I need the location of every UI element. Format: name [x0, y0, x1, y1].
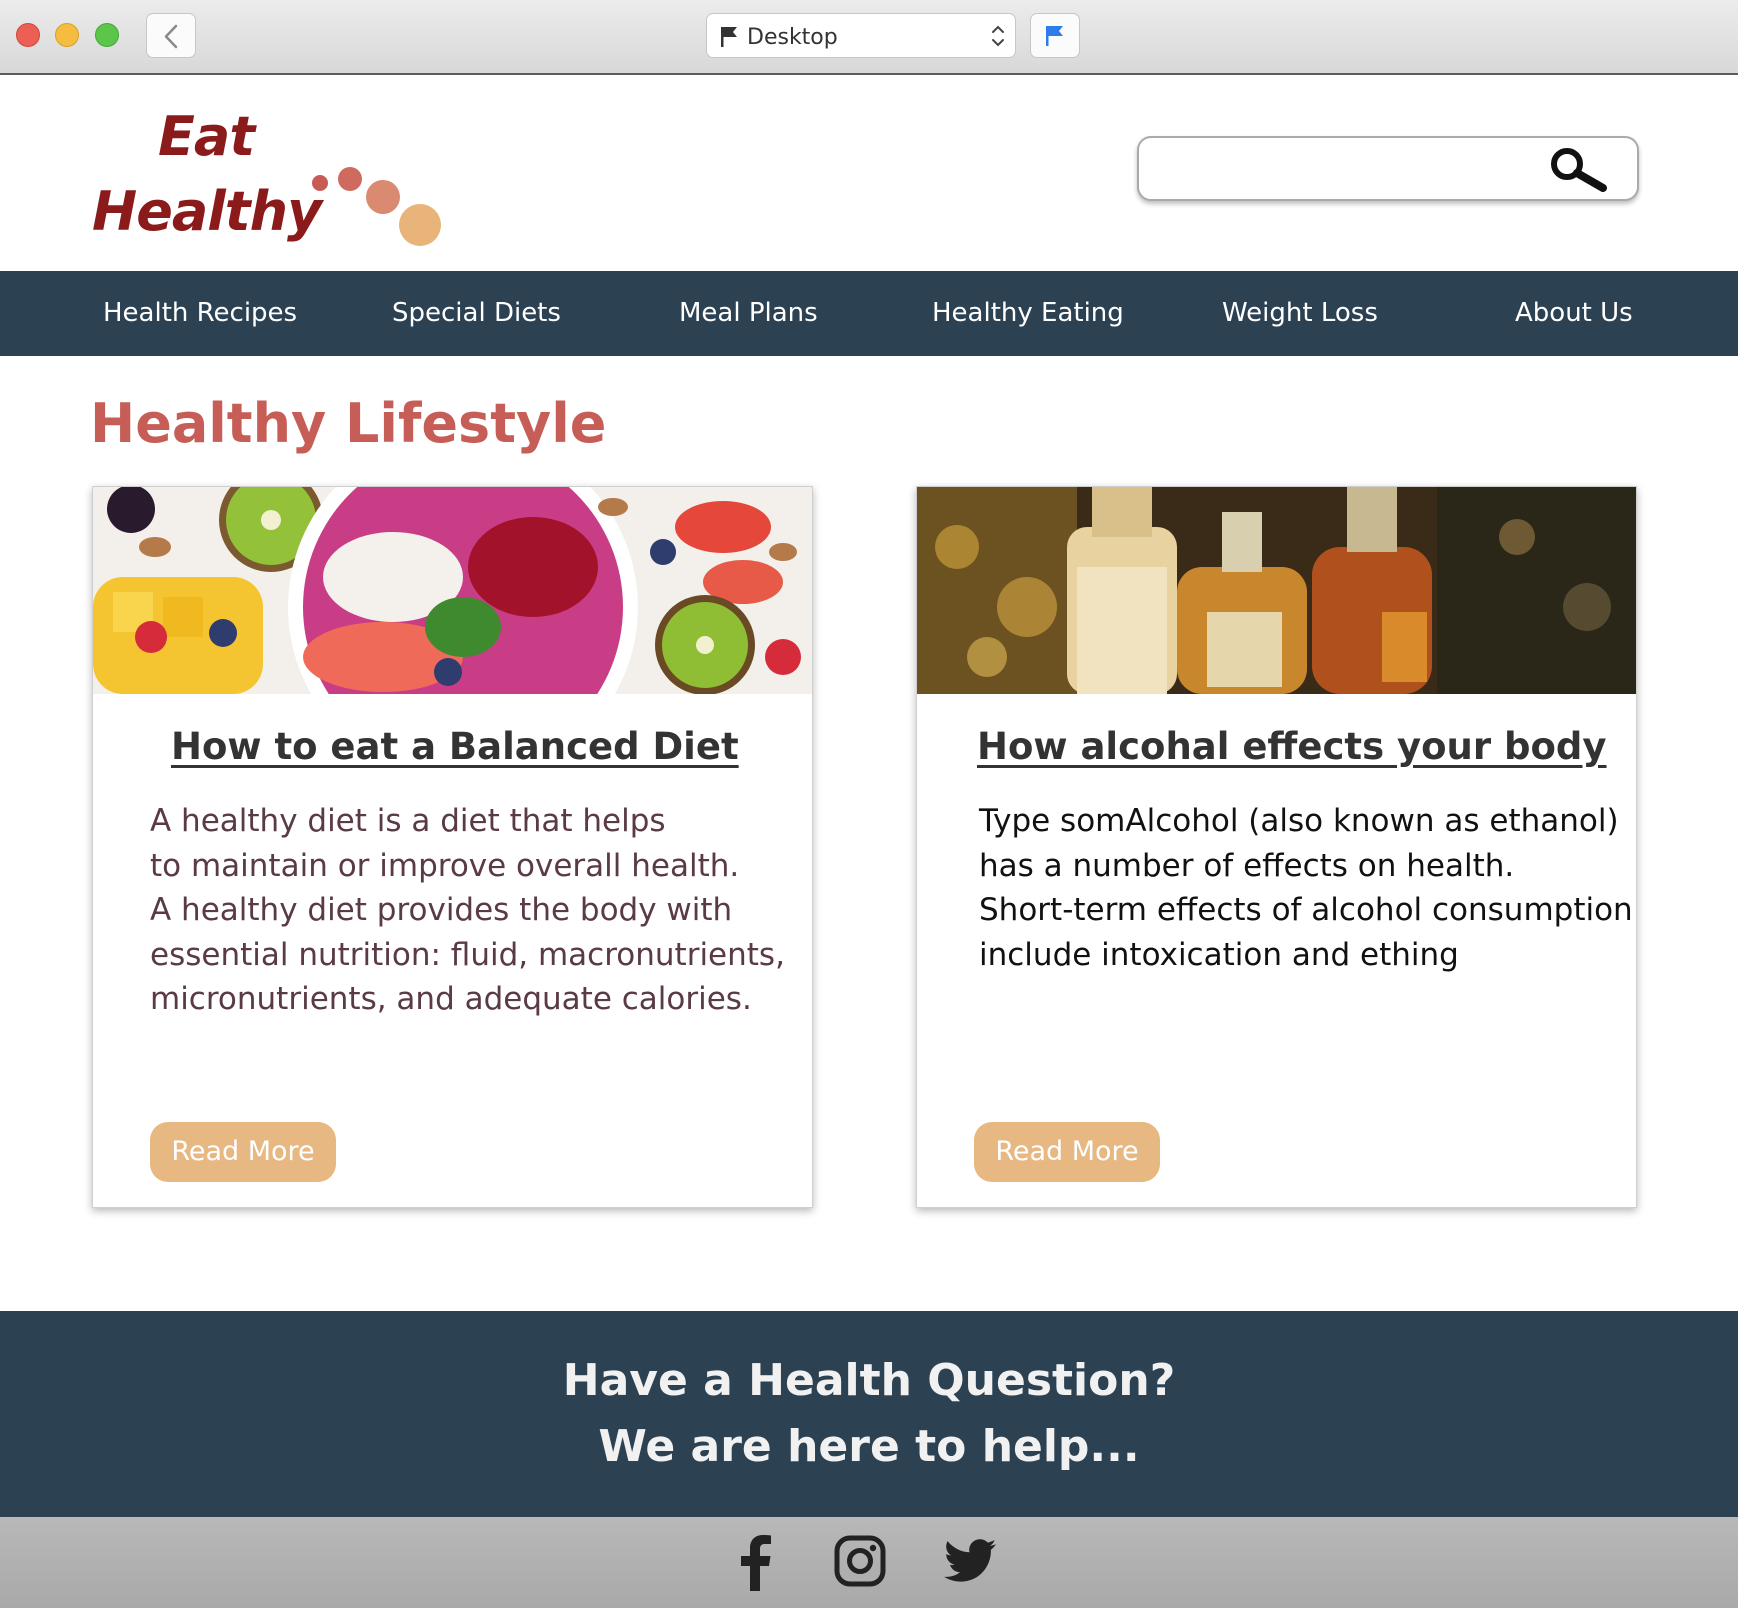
- nav-special-diets[interactable]: Special Diets: [392, 271, 561, 356]
- footer-help-text: We are here to help...: [598, 1421, 1140, 1472]
- device-select[interactable]: Desktop: [706, 13, 1016, 58]
- browser-toolbar: Desktop: [0, 0, 1738, 75]
- updown-icon: [992, 25, 1004, 47]
- card-body-line: micronutrients, and adequate calories.: [150, 981, 752, 1017]
- nav-healthy-eating[interactable]: Healthy Eating: [932, 271, 1124, 356]
- article-card: How to eat a Balanced Diet A healthy die…: [92, 486, 813, 1208]
- nav-health-recipes[interactable]: Health Recipes: [103, 271, 297, 356]
- card-body-line: A healthy diet is a diet that helps: [150, 803, 666, 839]
- instagram-icon[interactable]: [834, 1535, 886, 1587]
- nav-meal-plans[interactable]: Meal Plans: [679, 271, 818, 356]
- search-box: [1137, 136, 1639, 201]
- close-window-button[interactable]: [16, 23, 40, 47]
- flag-button[interactable]: [1030, 13, 1080, 58]
- card-body-line: include intoxication and ething: [979, 936, 1459, 973]
- card-body: Type somAlcohol (also known as ethanol) …: [979, 799, 1634, 977]
- fruit-bowl-image: [93, 487, 812, 694]
- read-more-button[interactable]: Read More: [150, 1122, 336, 1182]
- facebook-icon[interactable]: [738, 1535, 772, 1591]
- footer-question: Have a Health Question?: [562, 1355, 1176, 1406]
- card-body-line: to maintain or improve overall health.: [150, 847, 740, 884]
- card-body-line: Type somAlcohol (also known as ethanol): [979, 803, 1619, 839]
- logo-bubble: [312, 175, 328, 191]
- logo-bubble: [338, 167, 362, 191]
- search-icon[interactable]: [1547, 147, 1609, 192]
- search-input[interactable]: [1157, 148, 1547, 190]
- flag-blue-icon: [1046, 26, 1063, 46]
- card-body-line: A healthy diet provides the body with: [150, 892, 733, 928]
- nav-about-us[interactable]: About Us: [1515, 271, 1633, 356]
- device-select-label: Desktop: [747, 25, 838, 50]
- help-footer: Have a Health Question? We are here to h…: [0, 1311, 1738, 1517]
- card-body-line: essential nutrition: fluid, macronutrien…: [150, 936, 785, 973]
- minimize-window-button[interactable]: [55, 23, 79, 47]
- whisky-bottles-image: [917, 487, 1636, 694]
- back-chevron-icon: [164, 24, 178, 49]
- card-title[interactable]: How alcohal effects your body: [977, 725, 1607, 768]
- article-card: How alcohal effects your body Type somAl…: [916, 486, 1637, 1208]
- site-logo[interactable]: Eat Healthy: [92, 100, 452, 260]
- logo-bubble: [399, 204, 441, 246]
- maximize-window-button[interactable]: [95, 23, 119, 47]
- read-more-button[interactable]: Read More: [974, 1122, 1160, 1182]
- logo-text-eat: Eat: [158, 105, 255, 168]
- main-nav: Health Recipes Special Diets Meal Plans …: [0, 271, 1738, 356]
- back-button[interactable]: [146, 13, 196, 58]
- card-body-line: Short-term effects of alcohol consumptio…: [979, 892, 1633, 928]
- card-title[interactable]: How to eat a Balanced Diet: [171, 725, 739, 768]
- card-body-line: has a number of effects on health.: [979, 847, 1515, 884]
- logo-text-healthy: Healthy: [92, 180, 322, 243]
- logo-bubble: [366, 180, 400, 214]
- flag-icon: [721, 27, 737, 47]
- page-title: Healthy Lifestyle: [90, 392, 607, 455]
- social-bar: [0, 1517, 1738, 1608]
- nav-weight-loss[interactable]: Weight Loss: [1222, 271, 1378, 356]
- twitter-icon[interactable]: [944, 1539, 996, 1583]
- card-body: A healthy diet is a diet that helps to m…: [150, 799, 790, 1022]
